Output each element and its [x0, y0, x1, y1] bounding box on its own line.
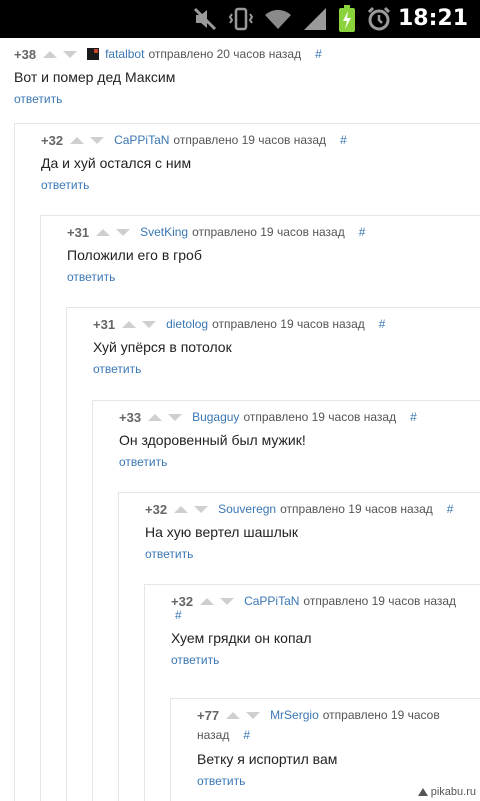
comment-permalink[interactable]: # — [175, 608, 182, 622]
comment-author[interactable]: Bugaguy — [192, 410, 239, 424]
upvote-icon[interactable] — [174, 505, 189, 513]
upvote-icon[interactable] — [43, 50, 58, 58]
comment-text: Вот и помер дед Максим — [14, 69, 176, 85]
reply-link[interactable]: ответить — [197, 774, 245, 788]
comment-time: отправлено 20 часов назад — [148, 47, 302, 61]
watermark-text: pikabu.ru — [430, 786, 476, 798]
comment-meta: +77 MrSergio отправлено 19 часов — [197, 706, 440, 724]
comment-text: На хую вертел шашлык — [145, 524, 298, 540]
comment-text: Ветку я испортил вам — [197, 751, 338, 767]
comment-permalink[interactable]: # — [379, 317, 386, 331]
downvote-icon[interactable] — [194, 505, 209, 513]
upvote-icon[interactable] — [226, 711, 241, 719]
reply-link[interactable]: ответить — [14, 92, 62, 106]
comment-author[interactable]: CaPPiTaN — [114, 133, 169, 147]
comment-author[interactable]: MrSergio — [270, 708, 319, 722]
comment-text: Он здоровенный был мужик! — [119, 432, 306, 448]
comment-time: отправлено 19 часов назад — [303, 594, 457, 608]
comment-meta: +32 CaPPiTaN отправлено 19 часов назад — [171, 592, 456, 610]
downvote-icon[interactable] — [142, 320, 157, 328]
comment-time: отправлено 19 часов назад — [243, 410, 397, 424]
pikabu-logo-icon — [417, 788, 428, 796]
comment-score: +31 — [67, 224, 90, 240]
comment-permalink[interactable]: # — [359, 225, 366, 239]
comment-thread: +38 fatalbot отправлено 20 часов назад #… — [0, 38, 480, 801]
comment-time: отправлено 19 часов назад — [212, 317, 365, 331]
reply-link[interactable]: ответить — [41, 178, 89, 192]
comment-text: Да и хуй остался с ним — [41, 155, 192, 171]
comment-author[interactable]: CaPPiTaN — [244, 594, 299, 608]
comment-text: Хуй упёрся в потолок — [93, 339, 232, 355]
mute-icon — [193, 7, 217, 31]
comment-score: +32 — [145, 501, 168, 517]
reply-link[interactable]: ответить — [119, 455, 167, 469]
upvote-icon[interactable] — [148, 413, 163, 421]
comment-score: +32 — [171, 593, 194, 609]
comment-author[interactable]: dietolog — [166, 317, 208, 331]
comment-score: +32 — [41, 132, 64, 148]
comment-meta: +33 Bugaguy отправлено 19 часов назад # — [119, 408, 417, 426]
comment-meta: +32 CaPPiTaN отправлено 19 часов назад # — [41, 131, 347, 149]
comment-time-continued: назад — [197, 728, 230, 742]
upvote-icon[interactable] — [200, 597, 215, 605]
status-icons — [192, 4, 392, 34]
comment-score: +33 — [119, 409, 142, 425]
comment-score: +31 — [93, 316, 116, 332]
battery-charging-icon — [339, 5, 355, 32]
comment-time: отправлено 19 часов назад — [173, 133, 327, 147]
comment-author[interactable]: fatalbot — [105, 47, 144, 61]
downvote-icon[interactable] — [63, 50, 78, 58]
comment-time: отправлено 19 часов назад — [192, 225, 345, 239]
comment-text: Хуем грядки он копал — [171, 630, 312, 646]
comment-permalink[interactable]: # — [243, 728, 250, 742]
comment-score: +77 — [197, 707, 220, 723]
comment-permalink[interactable]: # — [340, 133, 347, 147]
upvote-icon[interactable] — [96, 228, 111, 236]
watermark: pikabu.ru — [417, 786, 476, 798]
status-clock: 18:21 — [397, 6, 468, 31]
comment-permalink[interactable]: # — [315, 47, 322, 61]
wifi-icon — [265, 9, 291, 29]
downvote-icon[interactable] — [246, 711, 261, 719]
status-bar: 18:21 — [0, 0, 480, 38]
comment-meta: +31 SvetKing отправлено 19 часов назад # — [67, 223, 365, 241]
downvote-icon[interactable] — [116, 228, 131, 236]
comment-permalink[interactable]: # — [447, 502, 454, 516]
reply-link[interactable]: ответить — [145, 547, 193, 561]
comment-text: Положили его в гроб — [67, 247, 202, 263]
downvote-icon[interactable] — [168, 413, 183, 421]
comment-meta: +38 fatalbot отправлено 20 часов назад # — [14, 45, 322, 63]
upvote-icon[interactable] — [70, 136, 85, 144]
downvote-icon[interactable] — [90, 136, 105, 144]
comment-author[interactable]: Souveregn — [218, 502, 276, 516]
comment-meta: +31 dietolog отправлено 19 часов назад # — [93, 315, 385, 333]
alarm-icon — [367, 6, 391, 31]
upvote-icon[interactable] — [122, 320, 137, 328]
signal-icon — [304, 8, 326, 30]
user-avatar[interactable] — [87, 48, 100, 60]
downvote-icon[interactable] — [220, 597, 235, 605]
reply-link[interactable]: ответить — [93, 362, 141, 376]
reply-link[interactable]: ответить — [67, 270, 115, 284]
comment-time: отправлено 19 часов назад — [280, 502, 433, 516]
vibrate-icon — [228, 7, 254, 31]
reply-link[interactable]: ответить — [171, 653, 219, 667]
comment-permalink[interactable]: # — [410, 410, 417, 424]
comment-meta-continued: назад # — [197, 726, 250, 744]
comment-score: +38 — [14, 46, 37, 62]
comment-time: отправлено 19 часов — [322, 708, 440, 722]
comment-author[interactable]: SvetKing — [140, 225, 188, 239]
comment-meta: +32 Souveregn отправлено 19 часов назад … — [145, 500, 453, 518]
